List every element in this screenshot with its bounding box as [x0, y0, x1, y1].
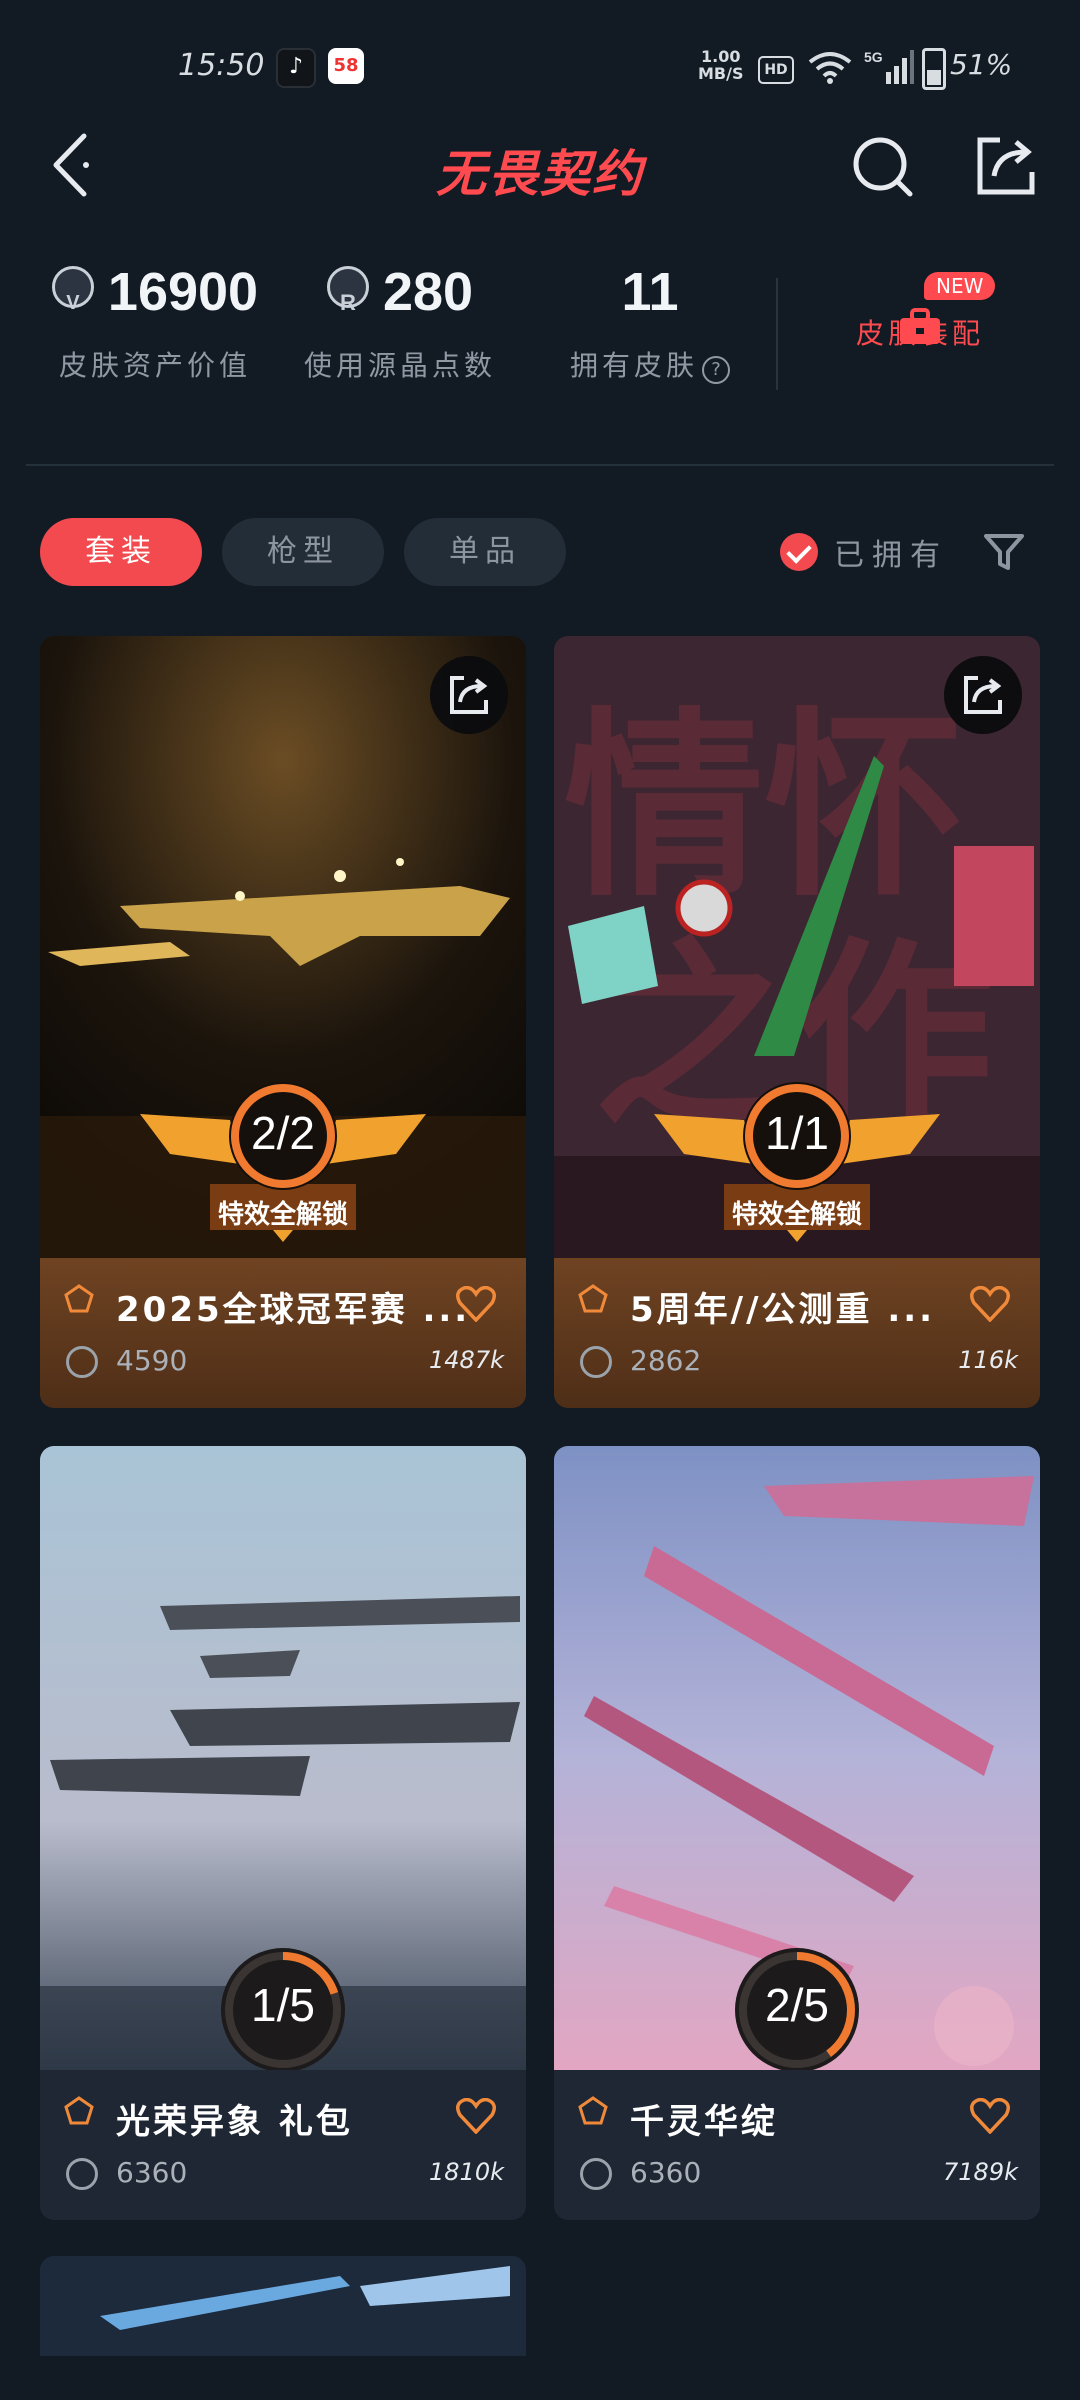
page-title: 无畏契约	[436, 145, 644, 203]
skin-name: 5周年//公测重 ...	[630, 1290, 936, 1330]
like-count: 1487k	[429, 1346, 504, 1374]
skin-card[interactable]: 情怀 之作 1/1 特效全解锁 5周年//公测重 ... 2862 11	[554, 636, 1040, 1408]
card-info: 5周年//公测重 ... 2862 116k	[554, 1258, 1040, 1408]
divider	[776, 278, 778, 390]
radianite-icon	[326, 266, 369, 335]
tier-icon	[64, 1284, 94, 1313]
skin-price: 4590	[116, 1344, 188, 1377]
battery-icon	[922, 48, 946, 90]
share-icon[interactable]	[976, 136, 1036, 196]
heart-icon[interactable]	[456, 2098, 496, 2134]
stat-asset-value: 16900 皮肤资产价值	[40, 260, 270, 384]
owned-toggle[interactable]: 已拥有	[780, 530, 948, 574]
skin-card[interactable]	[40, 2256, 526, 2356]
progress-emblem: 1/5	[40, 1944, 526, 2074]
new-badge: NEW	[924, 272, 996, 300]
tier-icon	[578, 2096, 608, 2125]
unlock-label: 特效全解锁	[731, 1200, 862, 1230]
card-share-icon[interactable]	[944, 656, 1022, 734]
vp-coin-icon	[66, 1346, 98, 1378]
svg-text:5G: 5G	[864, 49, 883, 65]
skin-loadout-button[interactable]: NEW 皮肤装配	[820, 272, 1020, 352]
like-count: 1810k	[429, 2158, 504, 2186]
filter-icon[interactable]	[982, 530, 1026, 574]
tab-weapon-type[interactable]: 枪型	[222, 518, 384, 586]
stat-owned-skins[interactable]: 11 拥有皮肤?	[560, 260, 740, 384]
vp-coin-icon	[580, 2158, 612, 2190]
like-count: 7189k	[943, 2158, 1018, 2186]
wifi-icon	[808, 52, 852, 84]
skin-price: 6360	[116, 2156, 188, 2189]
battery-percent: 51%	[950, 48, 1013, 81]
app-58-icon: 58	[328, 48, 364, 84]
heart-icon[interactable]	[970, 1286, 1010, 1322]
stats-bar: 16900 皮肤资产价值 280 使用源晶点数 11 拥有皮肤? NEW 皮肤装…	[0, 260, 1080, 410]
progress-emblem: 1/1 特效全解锁	[554, 1076, 1040, 1256]
signal-icon: 5G	[864, 49, 914, 84]
check-icon	[780, 533, 818, 571]
search-icon[interactable]	[848, 132, 918, 202]
skin-price: 2862	[630, 1344, 702, 1377]
skin-card[interactable]: 2/5 千灵华绽 6360 7189k	[554, 1446, 1040, 2220]
card-info: 2025全球冠军赛 ... 4590 1487k	[40, 1258, 526, 1408]
tier-icon	[64, 2096, 94, 2125]
tier-icon	[578, 1284, 608, 1313]
like-count: 116k	[958, 1346, 1018, 1374]
network-speed: 1.00 MB/S	[698, 47, 744, 83]
tiktok-icon: ♪	[276, 48, 316, 88]
tab-sets[interactable]: 套装	[40, 518, 202, 586]
skin-name: 光荣异象 礼包	[116, 2102, 353, 2142]
vp-coin-icon	[66, 2158, 98, 2190]
heart-icon[interactable]	[456, 1286, 496, 1322]
loadout-icon	[900, 308, 940, 344]
svg-text:情怀: 情怀	[564, 691, 964, 924]
vp-coin-icon	[580, 1346, 612, 1378]
skin-card[interactable]: 2/2 特效全解锁 2025全球冠军赛 ... 4590 1487k	[40, 636, 526, 1408]
skin-artwork	[40, 2256, 526, 2356]
skin-price: 6360	[630, 2156, 702, 2189]
card-share-icon[interactable]	[430, 656, 508, 734]
tab-single-item[interactable]: 单品	[404, 518, 566, 586]
hd-icon: HD	[758, 56, 794, 84]
skin-card[interactable]: 1/5 光荣异象 礼包 6360 1810k	[40, 1446, 526, 2220]
divider	[26, 464, 1054, 466]
help-icon[interactable]: ?	[702, 356, 730, 384]
card-info: 光荣异象 礼包 6360 1810k	[40, 2070, 526, 2220]
skin-name: 2025全球冠军赛 ...	[116, 1290, 471, 1330]
unlock-label: 特效全解锁	[217, 1200, 348, 1230]
card-info: 千灵华绽 6360 7189k	[554, 2070, 1040, 2220]
skin-name: 千灵华绽	[630, 2102, 778, 2142]
heart-icon[interactable]	[970, 2098, 1010, 2134]
status-time: 15:50	[178, 48, 265, 83]
vp-coin-icon	[51, 266, 94, 335]
stat-radianite: 280 使用源晶点数	[300, 260, 500, 384]
status-bar: 15:50 ♪ 58 1.00 MB/S HD 5G 51%	[0, 0, 1080, 130]
progress-emblem: 2/5	[554, 1944, 1040, 2074]
progress-emblem: 2/2 特效全解锁	[40, 1076, 526, 1256]
